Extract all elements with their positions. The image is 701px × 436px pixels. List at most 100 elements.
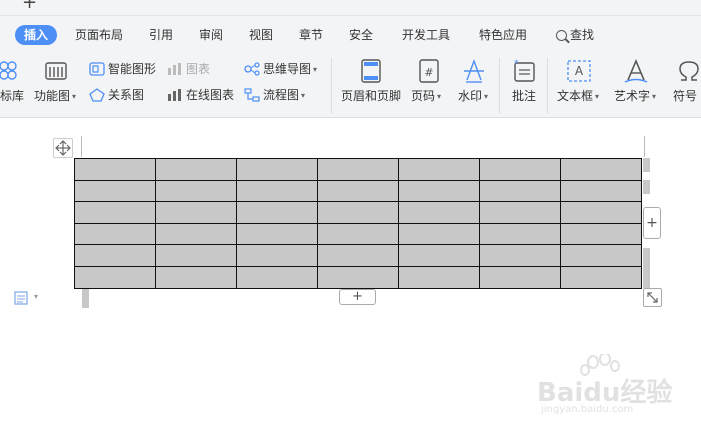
table-cell[interactable] [155, 201, 237, 224]
partial-shapes-icon [0, 61, 17, 80]
search-icon [556, 30, 567, 41]
table-cell[interactable] [560, 179, 642, 203]
table-cell[interactable] [398, 201, 480, 224]
chart-button[interactable]: 图表 [167, 61, 210, 77]
table-cell[interactable] [317, 265, 399, 289]
table-cell[interactable] [560, 244, 642, 267]
header-footer-button[interactable]: 页眉和页脚 [341, 88, 401, 104]
table-cell[interactable] [155, 158, 237, 181]
online-chart-button[interactable]: 在线图表 [167, 87, 234, 103]
table-cell[interactable] [560, 201, 642, 224]
tab-special-apps[interactable]: 特色应用 [479, 25, 527, 45]
tab-security[interactable]: 安全 [349, 25, 373, 45]
table-cell[interactable] [74, 222, 156, 246]
table-cell[interactable] [479, 222, 561, 246]
online-chart-icon [168, 88, 181, 101]
table-cell[interactable] [479, 244, 561, 267]
flow-chart-button[interactable]: 流程图 ▾ [244, 87, 305, 105]
table-cell[interactable] [74, 244, 156, 267]
tab-view[interactable]: 视图 [249, 25, 273, 45]
table-cell[interactable] [479, 179, 561, 203]
page-number-glyph: # [424, 66, 433, 79]
paragraph-layout-icon[interactable] [14, 291, 28, 305]
symbol-button[interactable]: 符号 [673, 88, 697, 104]
table-cell[interactable] [155, 222, 237, 246]
menu-bar: 插入 页面布局 引用 审阅 视图 章节 安全 开发工具 特色应用 查找 [0, 16, 701, 52]
tab-page-layout[interactable]: 页面布局 [75, 25, 123, 45]
margin-corner-mark [644, 136, 645, 157]
table-cell[interactable] [560, 265, 642, 289]
tab-search[interactable]: 查找 [556, 25, 594, 45]
watermark-label: 水印 [458, 89, 483, 103]
add-column-button[interactable]: + [643, 207, 661, 239]
selected-table[interactable] [74, 158, 642, 289]
ribbon-divider [547, 58, 548, 114]
tab-references[interactable]: 引用 [149, 25, 173, 45]
table-cell[interactable] [74, 179, 156, 203]
table-cell[interactable] [236, 222, 318, 246]
table-cell[interactable] [560, 222, 642, 246]
word-art-button[interactable]: 艺术字 ▾ [614, 88, 656, 106]
table-cell[interactable] [317, 179, 399, 203]
add-row-button[interactable]: + [339, 289, 376, 305]
flow-chart-icon [244, 87, 260, 102]
selection-bar [643, 180, 650, 194]
new-tab-button[interactable]: + [22, 0, 37, 12]
smart-graphic-icon [89, 61, 105, 76]
watermark-icon [464, 58, 484, 83]
baidu-watermark: Baidu经验 jingyan.baidu.com [535, 354, 672, 434]
table-cell[interactable] [398, 265, 480, 289]
table-cell[interactable] [560, 158, 642, 181]
table-cell[interactable] [155, 244, 237, 267]
table-resize-handle[interactable] [643, 288, 662, 307]
relation-chart-button[interactable]: 关系图 [89, 87, 144, 103]
tab-chapter[interactable]: 章节 [299, 25, 323, 45]
table-cell[interactable] [236, 244, 318, 267]
chevron-down-icon: ▾ [313, 65, 318, 74]
table-row [74, 244, 642, 267]
table-cell[interactable] [155, 265, 237, 289]
table-cell[interactable] [317, 158, 399, 181]
selection-bar [643, 158, 650, 172]
table-cell[interactable] [398, 179, 480, 203]
table-cell[interactable] [74, 265, 156, 289]
table-cell[interactable] [236, 201, 318, 224]
chevron-down-icon: ▾ [437, 92, 442, 101]
comment-icon: * [514, 59, 535, 82]
partial-library-label[interactable]: 标库 [0, 88, 24, 104]
table-cell[interactable] [479, 201, 561, 224]
table-cell[interactable] [74, 201, 156, 224]
table-move-handle[interactable] [53, 138, 73, 158]
online-chart-label: 在线图表 [186, 88, 235, 102]
page-number-button[interactable]: 页码 ▾ [411, 88, 441, 106]
table-cell[interactable] [317, 222, 399, 246]
text-box-button[interactable]: 文本框 ▾ [557, 88, 599, 106]
table-cell[interactable] [317, 201, 399, 224]
table-cell[interactable] [398, 222, 480, 246]
chevron-down-icon[interactable]: ▾ [34, 292, 38, 301]
table-cell[interactable] [236, 179, 318, 203]
tab-strip: + [0, 0, 701, 16]
table-cell[interactable] [155, 179, 237, 203]
table-cell[interactable] [398, 158, 480, 181]
table-cell[interactable] [317, 244, 399, 267]
table-cell[interactable] [236, 265, 318, 289]
function-chart-button[interactable]: 功能图 ▾ [34, 88, 76, 106]
table-cell[interactable] [236, 158, 318, 181]
table-cell[interactable] [74, 158, 156, 181]
watermark-button[interactable]: 水印 ▾ [458, 88, 488, 106]
smart-graphic-button[interactable]: 智能图形 [89, 61, 156, 77]
mind-map-label: 思维导图 [263, 62, 312, 76]
tab-insert[interactable]: 插入 [15, 25, 58, 45]
relation-chart-label: 关系图 [108, 88, 145, 102]
table-cell[interactable] [479, 265, 561, 289]
mind-map-button[interactable]: 思维导图 ▾ [244, 61, 317, 79]
tab-developer-tools[interactable]: 开发工具 [402, 25, 450, 45]
table-row [74, 201, 642, 224]
table-cell[interactable] [479, 158, 561, 181]
comment-button[interactable]: 批注 [512, 88, 536, 104]
tab-review[interactable]: 审阅 [199, 25, 223, 45]
document-canvas[interactable]: + + ▾ Baidu经验 jingyan.baidu.com [0, 118, 701, 436]
table-cell[interactable] [398, 244, 480, 267]
chevron-down-icon: ▾ [595, 92, 600, 101]
